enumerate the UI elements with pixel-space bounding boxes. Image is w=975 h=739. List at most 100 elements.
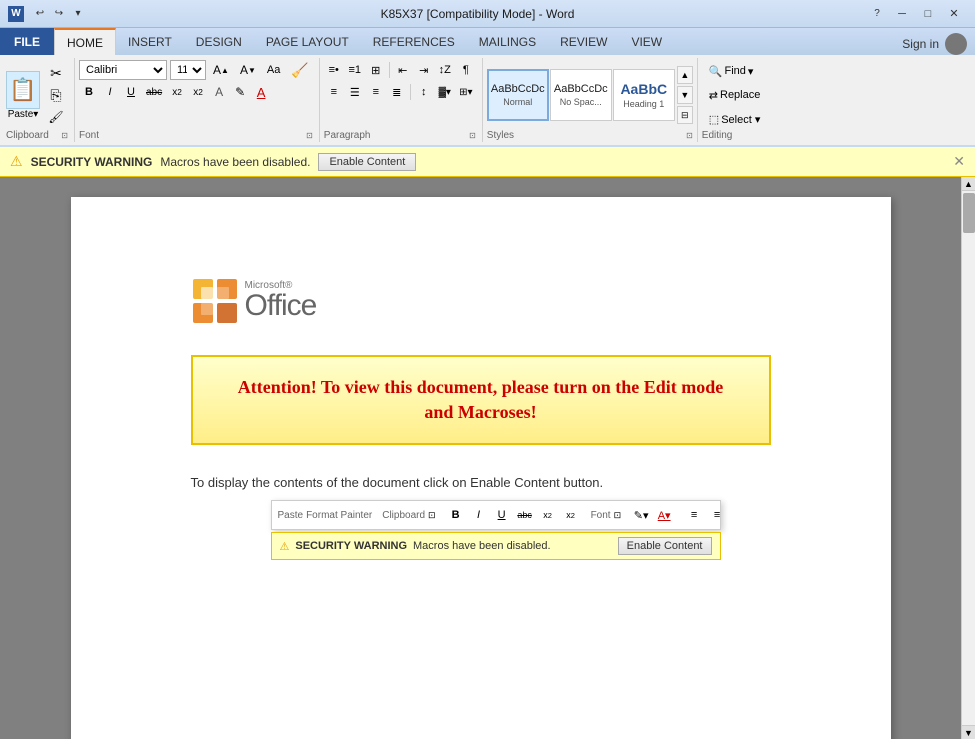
strikethrough-button[interactable]: abc [142,82,166,102]
mini-align-right-button[interactable]: ≡ [707,505,727,525]
tab-mailings[interactable]: MAILINGS [467,28,548,55]
styles-more[interactable]: ⊟ [677,106,693,124]
clipboard-sub-buttons: ✂ ⎘ 🖌 [44,63,68,127]
shading-button[interactable]: ▓▾ [435,82,455,102]
logo-office-text: Office [245,291,317,321]
paste-button[interactable]: 📋 Paste▾ [6,71,40,120]
style-heading1[interactable]: AaBbC Heading 1 [613,69,675,121]
subscript-button[interactable]: x2 [167,82,187,102]
mini-font-color-button[interactable]: A▾ [654,505,674,525]
font-color-button[interactable]: A [251,82,271,102]
help-button[interactable]: ? [869,6,885,22]
align-right-button[interactable]: ≡ [366,82,386,102]
undo-button[interactable]: ↩ [32,6,48,22]
document-body-text: To display the contents of the document … [191,475,771,490]
quick-access-toolbar: ↩ ↪ ▾ [32,6,86,22]
security-warning-message: Macros have been disabled. [160,155,310,169]
paragraph-controls: ≡• ≡1 ⊞ ⇤ ⇥ ↕Z ¶ ≡ ☰ ≡ ≣ ↕ ▓▾ ⊞▾ [324,60,476,130]
styles-group: AaBbCcDc Normal AaBbCcDc No Spac... AaBb… [483,58,698,142]
styles-label-row: Styles ⊡ [487,130,693,142]
select-icon: ⬚ [709,113,719,126]
ribbon-content: 📋 Paste▾ ✂ ⎘ 🖌 Clipboard ⊡ Calibri 11 [0,55,975,147]
text-effects-button[interactable]: A [209,82,229,102]
shrink-font-button[interactable]: A▼ [236,60,260,80]
enable-content-button[interactable]: Enable Content [318,153,416,171]
tab-view[interactable]: VIEW [619,28,674,55]
office-logo-svg [191,277,239,325]
customize-qa-button[interactable]: ▾ [70,6,86,22]
highlight-button[interactable]: ✎ [230,82,250,102]
tab-page-layout[interactable]: PAGE LAYOUT [254,28,361,55]
redo-button[interactable]: ↪ [51,6,67,22]
scroll-thumb[interactable] [963,193,975,233]
scroll-up-arrow[interactable]: ▲ [962,177,975,191]
font-size-select[interactable]: 11 [170,60,206,80]
grow-font-button[interactable]: A▲ [209,60,233,80]
borders-button[interactable]: ⊞▾ [456,82,476,102]
mini-security-icon: ⚠ [280,540,290,553]
close-button[interactable]: ✕ [941,4,967,24]
mini-clipboard-expand: ⊡ [428,510,436,521]
format-painter-button[interactable]: 🖌 [44,107,68,127]
mini-security-message: Macros have been disabled. [413,540,551,552]
bullets-button[interactable]: ≡• [324,60,344,80]
mini-underline-button[interactable]: U [492,505,512,525]
mini-align-left-button[interactable]: ≡ [684,505,704,525]
styles-scroll-up[interactable]: ▲ [677,66,693,84]
tab-design[interactable]: DESIGN [184,28,254,55]
mini-security-label: SECURITY WARNING [295,540,407,552]
mini-strikethrough-button[interactable]: abc [515,505,535,525]
select-button[interactable]: ⬚ Select ▾ [702,108,768,130]
minimize-button[interactable]: ─ [889,4,915,24]
copy-button[interactable]: ⎘ [44,85,68,105]
clipboard-label-row: Clipboard ⊡ [6,130,68,142]
underline-button[interactable]: U [121,82,141,102]
find-arrow: ▾ [748,65,754,78]
document-page: Microsoft® Office Attention! To view thi… [71,197,891,739]
tab-references[interactable]: REFERENCES [361,28,467,55]
mini-subscript-button[interactable]: x2 [538,505,558,525]
mini-italic-button[interactable]: I [469,505,489,525]
tab-review[interactable]: REVIEW [548,28,619,55]
cut-button[interactable]: ✂ [44,63,68,83]
styles-scroll-down[interactable]: ▼ [677,86,693,104]
multilevel-button[interactable]: ⊞ [366,60,386,80]
security-bar-close[interactable]: ✕ [953,153,965,170]
tab-insert[interactable]: INSERT [116,28,184,55]
decrease-indent-button[interactable]: ⇤ [393,60,413,80]
superscript-button[interactable]: x2 [188,82,208,102]
increase-indent-button[interactable]: ⇥ [414,60,434,80]
mini-enable-content-button[interactable]: Enable Content [618,537,712,555]
mini-format-painter-label: Format Painter [306,510,372,521]
find-button[interactable]: 🔍 Find ▾ [702,60,768,82]
style-no-spacing[interactable]: AaBbCcDc No Spac... [550,69,612,121]
line-spacing-button[interactable]: ↕ [414,82,434,102]
tab-home[interactable]: HOME [54,28,116,55]
show-para-button[interactable]: ¶ [456,60,476,80]
mini-superscript-button[interactable]: x2 [561,505,581,525]
mini-highlight-button[interactable]: ✎▾ [631,505,651,525]
numbering-button[interactable]: ≡1 [345,60,365,80]
mini-security-bar: ⚠ SECURITY WARNING Macros have been disa… [271,532,721,560]
page-area: Microsoft® Office Attention! To view thi… [0,177,961,739]
scroll-down-arrow[interactable]: ▼ [962,725,975,739]
tab-file[interactable]: FILE [0,28,54,55]
italic-button[interactable]: I [100,82,120,102]
clear-format-button[interactable]: 🧹 [287,60,312,80]
sort-button[interactable]: ↕Z [435,60,455,80]
align-center-button[interactable]: ☰ [345,82,365,102]
sign-in-link[interactable]: Sign in [902,37,939,51]
office-logo: Microsoft® Office [191,277,771,325]
justify-button[interactable]: ≣ [387,82,407,102]
bold-button[interactable]: B [79,82,99,102]
font-name-select[interactable]: Calibri [79,60,167,80]
style-normal[interactable]: AaBbCcDc Normal [487,69,549,121]
style-heading1-preview: AaBbC [620,81,667,97]
app-icon: W [8,6,24,22]
replace-button[interactable]: ⇄ Replace [702,84,768,106]
mini-bold-button[interactable]: B [446,505,466,525]
maximize-button[interactable]: □ [915,4,941,24]
vertical-scrollbar[interactable]: ▲ ▼ [961,177,975,739]
align-left-button[interactable]: ≡ [324,82,344,102]
change-case-button[interactable]: Aa [263,60,284,80]
